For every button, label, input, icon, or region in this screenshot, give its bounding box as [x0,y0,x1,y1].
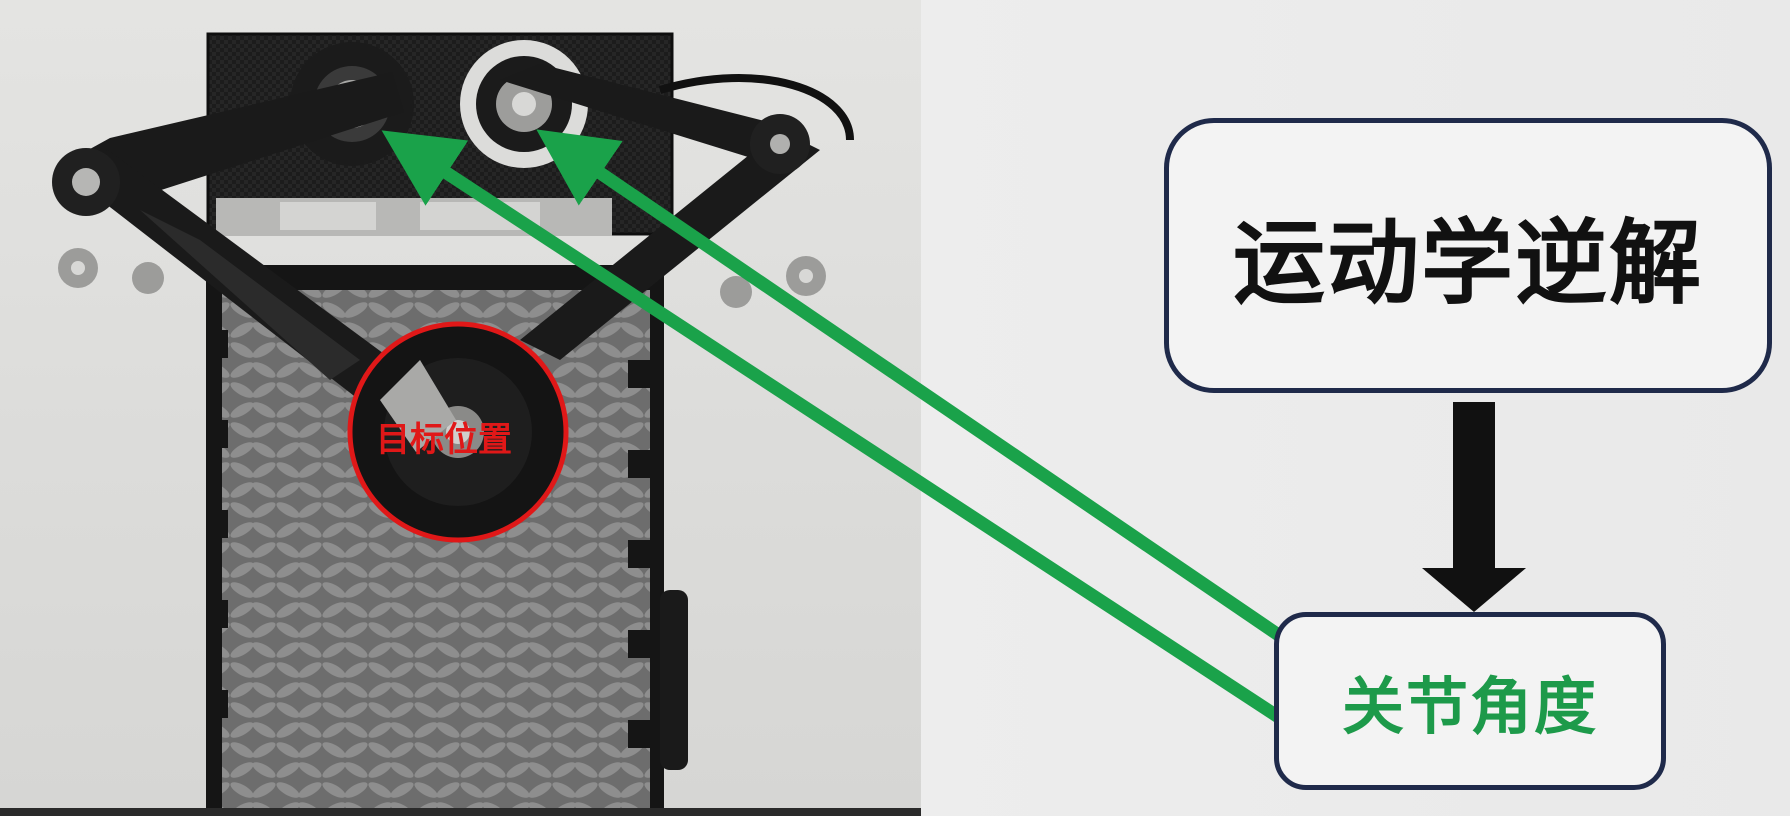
arrow-to-left-motor [381,130,1284,724]
joint-angle-label: 关节角度 [1341,670,1598,743]
target-position-label: 目标位置 [376,420,512,460]
flow-arrow-down [1422,402,1526,612]
stage: 目标位置 运动学逆解 关节角度 [0,0,1790,816]
inverse-kinematics-box: 运动学逆解 [1164,118,1772,393]
inverse-kinematics-label: 运动学逆解 [1232,210,1703,317]
joint-angle-box: 关节角度 [1274,612,1666,790]
